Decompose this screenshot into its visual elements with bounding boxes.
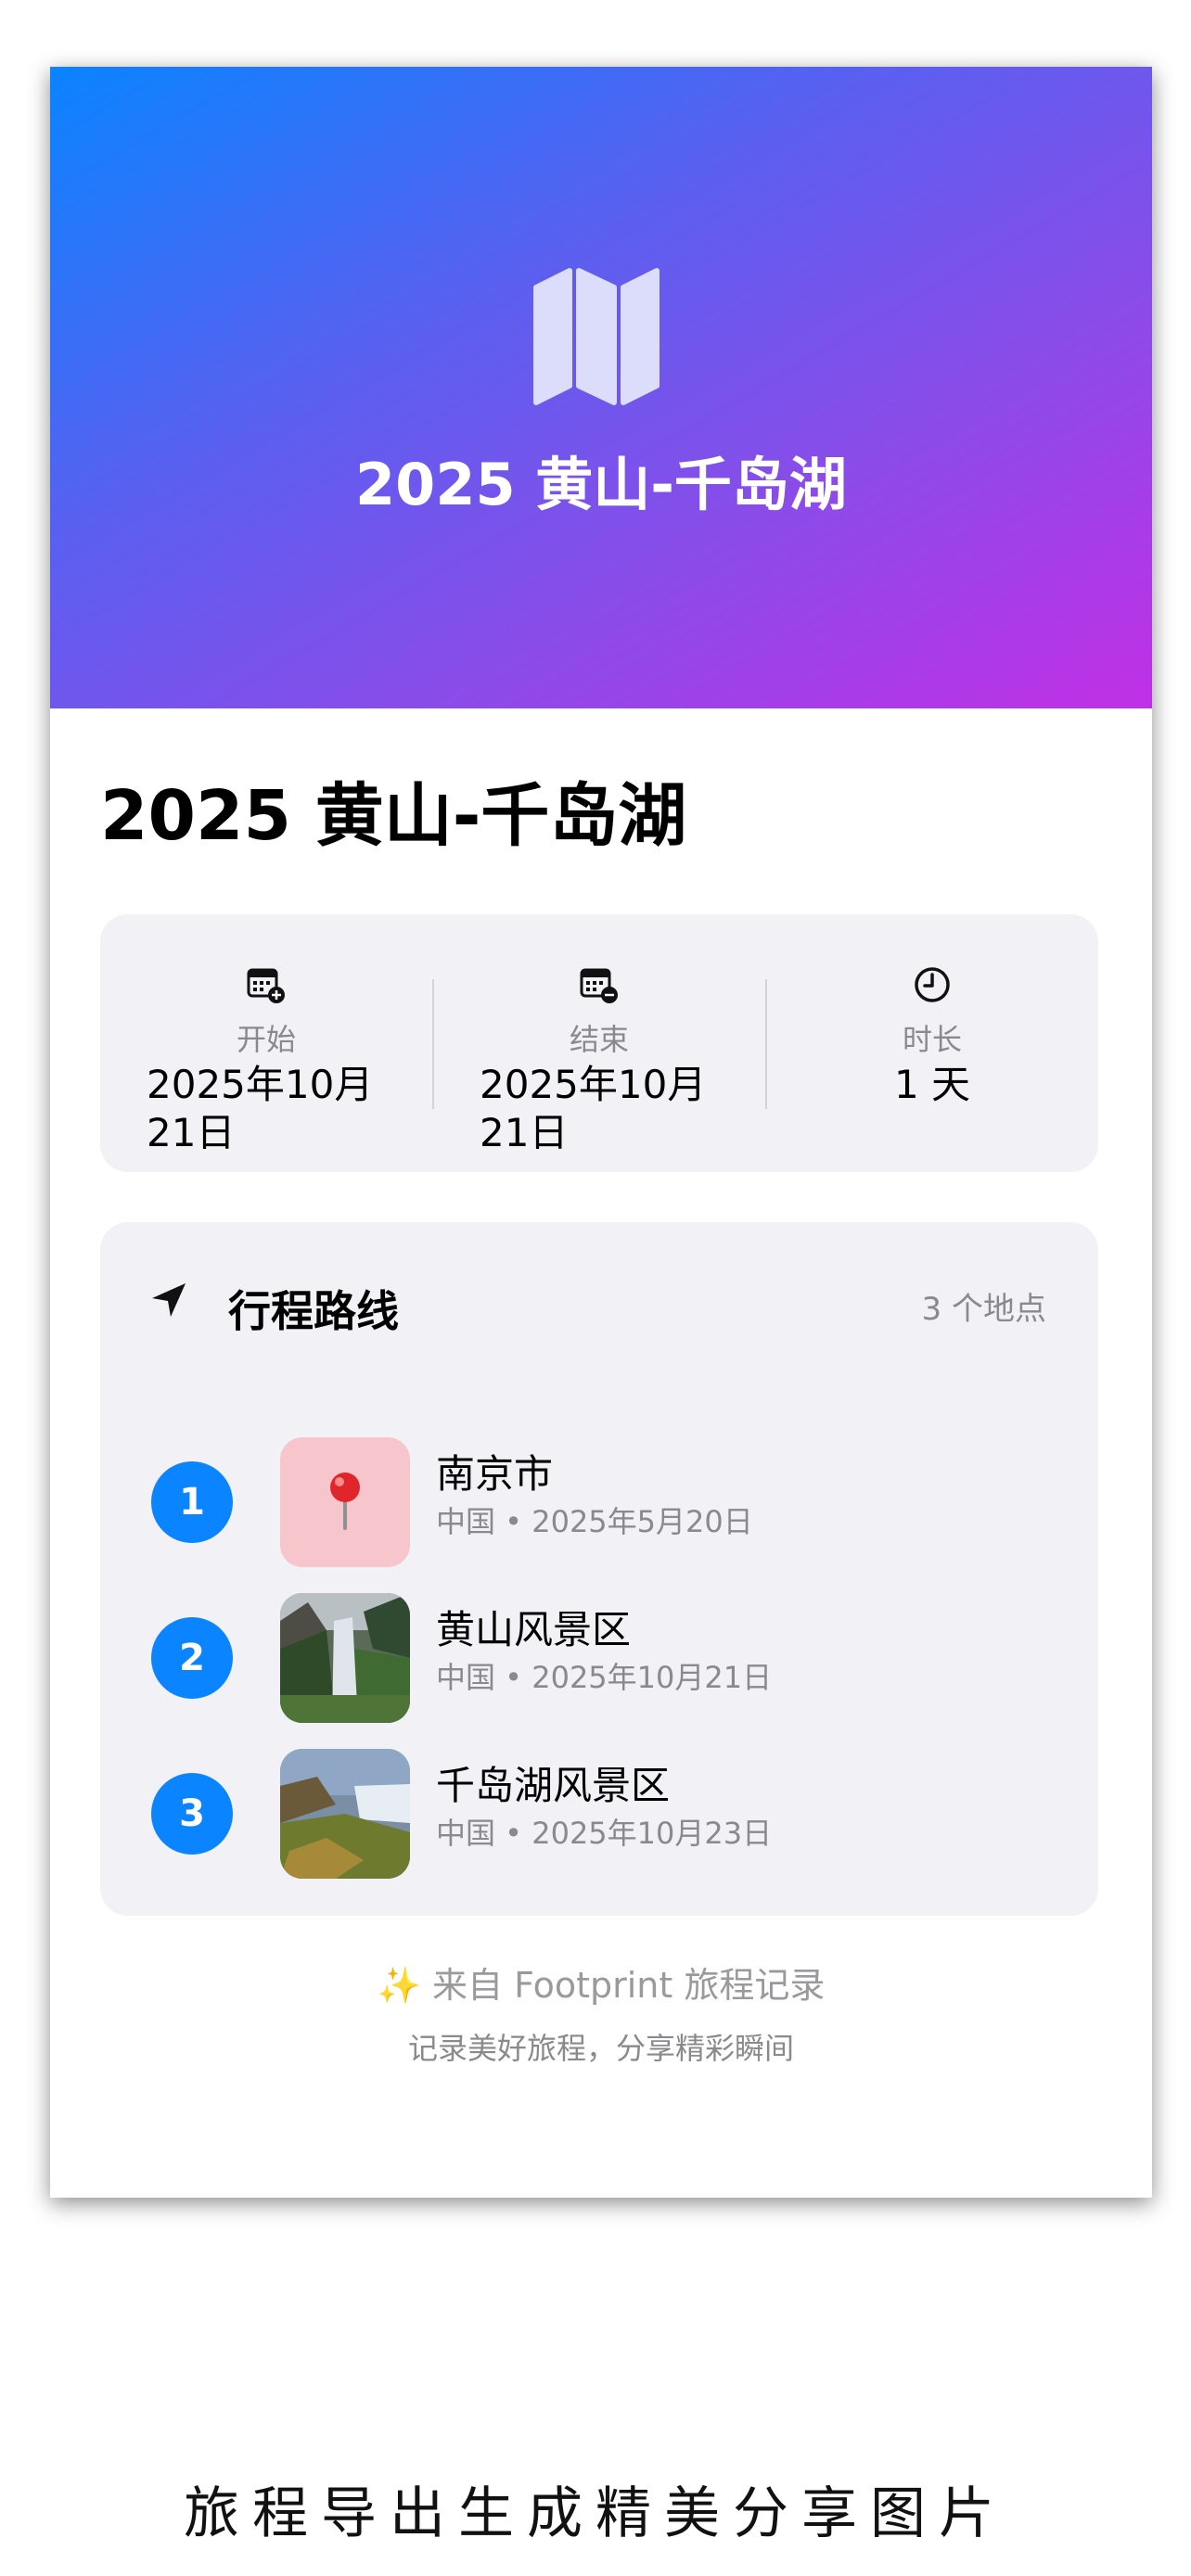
footer-source: ✨ 来自 Footprint 旅程记录: [377, 1965, 826, 2006]
stop-thumbnail: [280, 1749, 410, 1879]
stop-number-badge: 3: [151, 1773, 233, 1855]
hero-banner: 2025 黄山-千岛湖: [50, 67, 1152, 708]
promo-caption: 旅程导出生成精美分享图片: [184, 2481, 1007, 2546]
stop-meta: 中国 • 2025年10月23日: [436, 1816, 773, 1851]
calendar-minus-icon: [580, 968, 618, 1003]
end-value-line1: 2025年10月: [480, 1062, 707, 1107]
share-card: 2025 黄山-千岛湖 2025 黄山-千岛湖 开始 2025年10月 21日: [50, 67, 1152, 2198]
location-arrow-icon: [152, 1283, 186, 1317]
hero-title: 2025 黄山-千岛湖: [355, 451, 847, 518]
route-stop[interactable]: 2 黄山风景区 中国 • 2025年10月21日: [100, 1593, 1098, 1723]
stop-number-badge: 1: [151, 1461, 233, 1543]
stop-meta: 中国 • 2025年5月20日: [436, 1504, 753, 1539]
falls-photo: [280, 1749, 410, 1879]
duration-column: 时长 1 天: [766, 914, 1098, 1172]
route-stop[interactable]: 1 南京市 中国 • 2025年5月20日: [100, 1437, 1098, 1567]
route-title: 行程路线: [228, 1286, 399, 1336]
route-count: 3 个地点: [921, 1291, 1046, 1328]
start-label: 开始: [236, 1022, 296, 1057]
start-value: 2025年10月 21日: [147, 1061, 416, 1157]
end-label: 结束: [569, 1022, 629, 1057]
stop-name: 黄山风景区: [436, 1607, 632, 1652]
route-stop[interactable]: 3 千岛湖风景区 中国 • 2025年10月23日: [100, 1749, 1098, 1879]
pin-icon: [330, 1473, 360, 1530]
map-icon: [533, 268, 660, 405]
end-value: 2025年10月 21日: [480, 1061, 749, 1157]
trip-info-panel: 开始 2025年10月 21日 结束 2025年10月 21日 时长 1 天: [100, 914, 1098, 1172]
stop-meta: 中国 • 2025年10月21日: [436, 1660, 773, 1695]
calendar-plus-icon: [247, 968, 285, 1003]
footer-tagline: 记录美好旅程，分享精彩瞬间: [407, 2031, 794, 2066]
stop-name: 千岛湖风景区: [436, 1763, 671, 1808]
trip-title: 2025 黄山-千岛湖: [100, 776, 687, 856]
stop-thumbnail: [280, 1437, 410, 1567]
duration-label: 时长: [902, 1022, 962, 1057]
stop-thumbnail: [280, 1593, 410, 1723]
waterfall-photo: [280, 1593, 410, 1723]
stop-number-badge: 2: [151, 1617, 233, 1699]
route-panel: 行程路线 3 个地点 1 南京市 中国 • 2025年5月20日 2 黄山风景区…: [100, 1222, 1098, 1916]
end-value-line2: 21日: [480, 1110, 569, 1155]
start-date-column: 开始 2025年10月 21日: [100, 914, 432, 1172]
end-date-column: 结束 2025年10月 21日: [433, 914, 765, 1172]
duration-value: 1 天: [893, 1062, 971, 1107]
start-value-line2: 21日: [147, 1110, 236, 1155]
clock-icon: [915, 967, 950, 1002]
start-value-line1: 2025年10月: [147, 1062, 374, 1107]
stop-name: 南京市: [436, 1451, 554, 1497]
